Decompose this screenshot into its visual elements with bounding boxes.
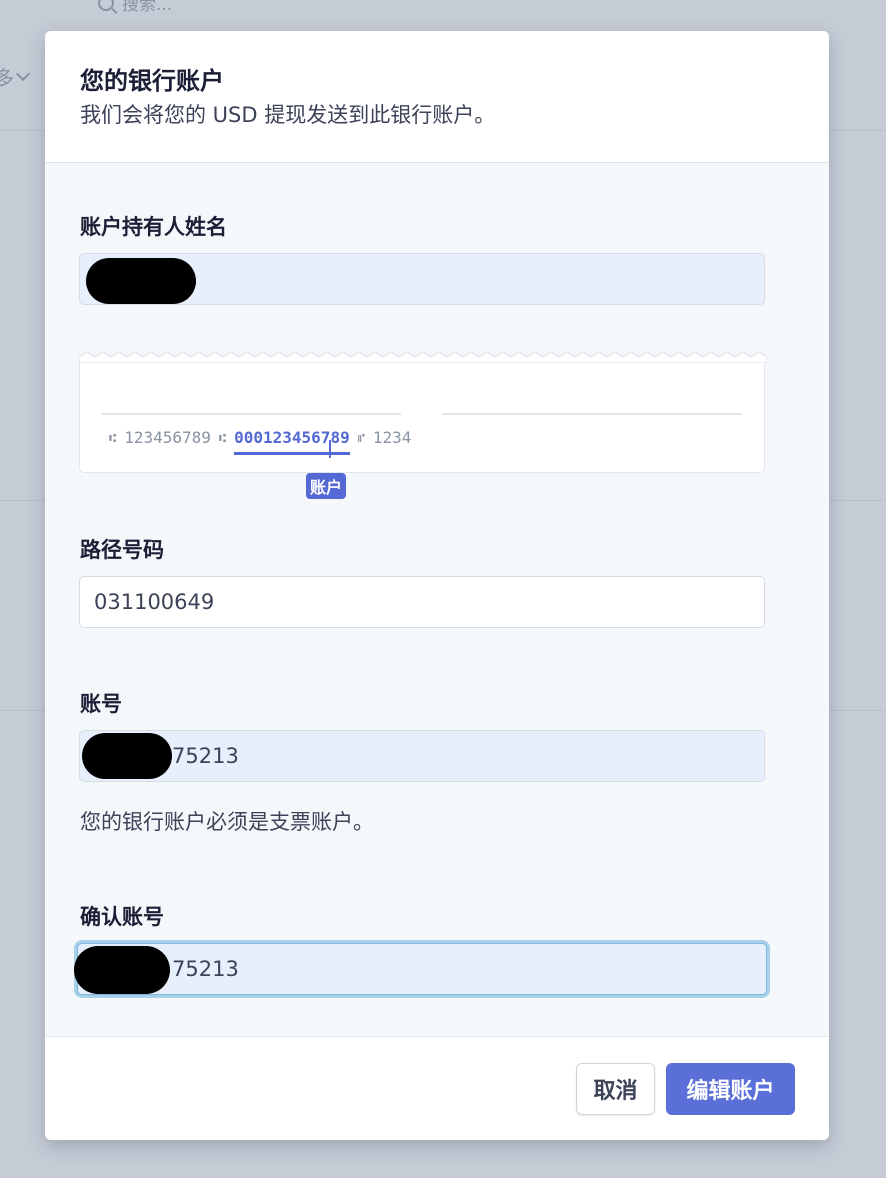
check-signature-line <box>101 413 401 415</box>
confirm-account-input[interactable]: 75213 <box>74 943 767 995</box>
account-number-value: 75213 <box>172 744 239 768</box>
modal-title: 您的银行账户 <box>80 67 224 95</box>
background-search: 搜索... <box>98 0 172 15</box>
background-divider <box>829 130 886 131</box>
account-highlight-underline <box>234 452 350 455</box>
account-tag: 账户 <box>306 473 347 499</box>
holder-name-label: 账户持有人姓名 <box>80 215 227 239</box>
routing-label: 路径号码 <box>80 538 164 562</box>
check-illustration: ⑆ 123456789 ⑆ 000123456789 ⑈ 1234 <box>79 351 767 473</box>
redacted-value <box>82 733 172 779</box>
search-icon <box>98 0 114 11</box>
modal-footer: 取消 编辑账户 <box>45 1036 829 1140</box>
redacted-value <box>74 946 170 994</box>
modal-header: 您的银行账户 我们会将您的 USD 提现发送到此银行账户。 <box>45 31 829 163</box>
modal-subtitle: 我们会将您的 USD 提现发送到此银行账户。 <box>80 103 496 127</box>
routing-input[interactable]: 031100649 <box>79 576 765 628</box>
background-more-label: 多 <box>0 66 14 90</box>
background-divider <box>0 710 45 711</box>
check-signature-line <box>442 413 742 415</box>
holder-name-input[interactable] <box>79 253 765 305</box>
bank-account-modal: 您的银行账户 我们会将您的 USD 提现发送到此银行账户。 账户持有人姓名 ⑆ 1… <box>45 31 829 1140</box>
on-us-symbol-icon: ⑈ <box>357 430 365 445</box>
confirm-account-label: 确认账号 <box>80 905 164 929</box>
transit-symbol-icon: ⑆ <box>218 430 227 445</box>
account-type-helper: 您的银行账户必须是支票账户。 <box>80 810 374 834</box>
routing-sample: 123456789 <box>124 428 211 447</box>
edit-account-button[interactable]: 编辑账户 <box>666 1063 795 1115</box>
background-more-menu: 多 <box>0 62 31 91</box>
chevron-down-icon <box>15 66 31 81</box>
account-sample-wrap: 000123456789 <box>234 428 350 455</box>
check-number-sample: 1234 <box>372 428 412 447</box>
transit-symbol-icon: ⑆ <box>109 430 117 445</box>
account-sample: 000123456789 <box>234 428 350 447</box>
account-number-input[interactable]: 75213 <box>79 730 765 782</box>
account-number-label: 账号 <box>80 692 122 716</box>
check-torn-edge <box>79 351 767 363</box>
background-search-placeholder: 搜索... <box>122 0 173 15</box>
account-pointer-line <box>329 440 331 458</box>
background-divider <box>0 130 45 131</box>
background-divider <box>0 500 45 501</box>
cancel-button[interactable]: 取消 <box>576 1063 655 1115</box>
micr-line: ⑆ 123456789 ⑆ 000123456789 ⑈ 1234 <box>109 428 412 455</box>
redacted-value <box>86 258 196 304</box>
background-divider <box>829 500 886 501</box>
routing-value: 031100649 <box>94 590 215 614</box>
confirm-account-value: 75213 <box>172 957 239 981</box>
background-divider <box>829 710 886 711</box>
